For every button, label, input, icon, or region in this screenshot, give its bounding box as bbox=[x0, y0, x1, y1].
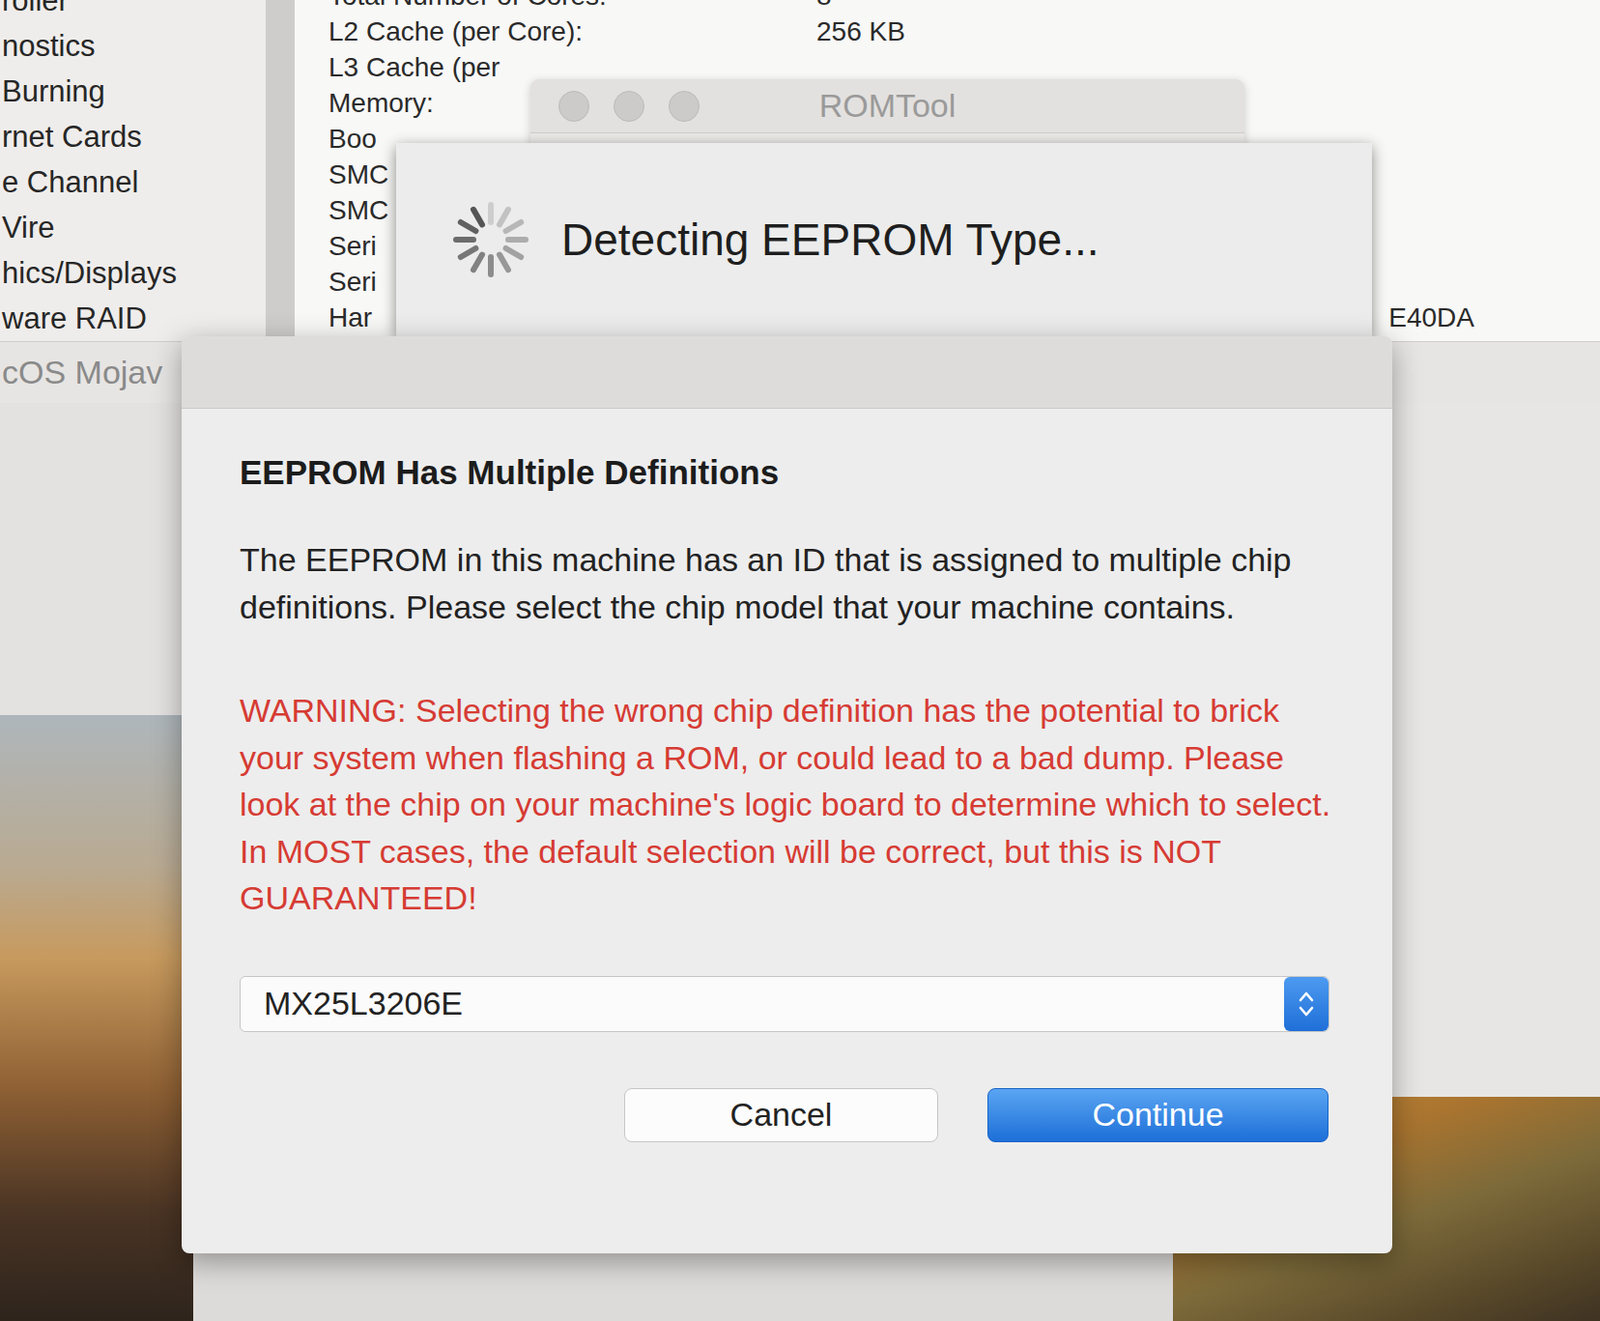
detail-label: Total Number of Cores: bbox=[328, 0, 817, 14]
desert-wallpaper bbox=[0, 714, 194, 1321]
dialog-title-bar bbox=[181, 336, 1393, 409]
sidebar-item[interactable]: nostics bbox=[0, 23, 266, 69]
detail-row: L2 Cache (per Core): 256 KB bbox=[328, 13, 1475, 50]
window-controls bbox=[530, 90, 820, 122]
detail-row: Total Number of Cores: 8 bbox=[328, 0, 1475, 14]
splitter[interactable] bbox=[265, 0, 295, 342]
sidebar-item[interactable]: rnet Cards bbox=[0, 114, 266, 160]
zoom-button[interactable] bbox=[668, 90, 700, 122]
dialog-warning: WARNING: Selecting the wrong chip defini… bbox=[239, 686, 1335, 922]
chip-select-value: MX25L3206E bbox=[240, 984, 463, 1023]
window-title: ROMTool bbox=[819, 86, 957, 125]
desktop: rollernosticsBurningrnet Cardse ChannelV… bbox=[0, 0, 1600, 1321]
dialog-title: EEPROM Has Multiple Definitions bbox=[239, 451, 1335, 494]
cancel-button[interactable]: Cancel bbox=[624, 1087, 939, 1143]
sidebar: rollernosticsBurningrnet Cardse ChannelV… bbox=[0, 0, 266, 342]
chip-select[interactable]: MX25L3206E bbox=[239, 975, 1330, 1032]
minimize-button[interactable] bbox=[613, 90, 645, 122]
detail-value: 256 KB bbox=[816, 13, 1475, 50]
stepper[interactable] bbox=[1284, 976, 1329, 1031]
title-bar: ROMTool bbox=[530, 79, 1245, 134]
progress-message: Detecting EEPROM Type... bbox=[561, 213, 1100, 266]
sidebar-item[interactable]: e Channel bbox=[0, 159, 266, 205]
continue-button[interactable]: Continue bbox=[987, 1087, 1329, 1143]
button-row: Cancel Continue bbox=[239, 1087, 1335, 1143]
alert-dialog: EEPROM Has Multiple Definitions The EEPR… bbox=[181, 336, 1393, 1254]
sidebar-item[interactable]: Vire bbox=[0, 204, 266, 251]
detail-label: L2 Cache (per Core): bbox=[328, 13, 817, 50]
detail-value: 8 bbox=[816, 0, 1475, 14]
close-button[interactable] bbox=[558, 90, 590, 122]
sidebar-item[interactable]: ware RAID bbox=[0, 295, 266, 342]
progress-sheet: Detecting EEPROM Type... bbox=[396, 142, 1372, 337]
sidebar-item[interactable]: Burning bbox=[0, 68, 266, 115]
sidebar-item[interactable]: roller bbox=[0, 0, 266, 24]
dialog-body: EEPROM Has Multiple Definitions The EEPR… bbox=[181, 408, 1393, 1143]
chevron-icon bbox=[1295, 986, 1317, 1022]
sidebar-item[interactable]: hics/Displays bbox=[0, 250, 266, 296]
path-text: cOS Mojav bbox=[0, 353, 163, 392]
detail-value: E40DA bbox=[1388, 299, 1475, 336]
spinner-icon bbox=[449, 198, 533, 282]
dialog-message: The EEPROM in this machine has an ID tha… bbox=[239, 536, 1335, 631]
